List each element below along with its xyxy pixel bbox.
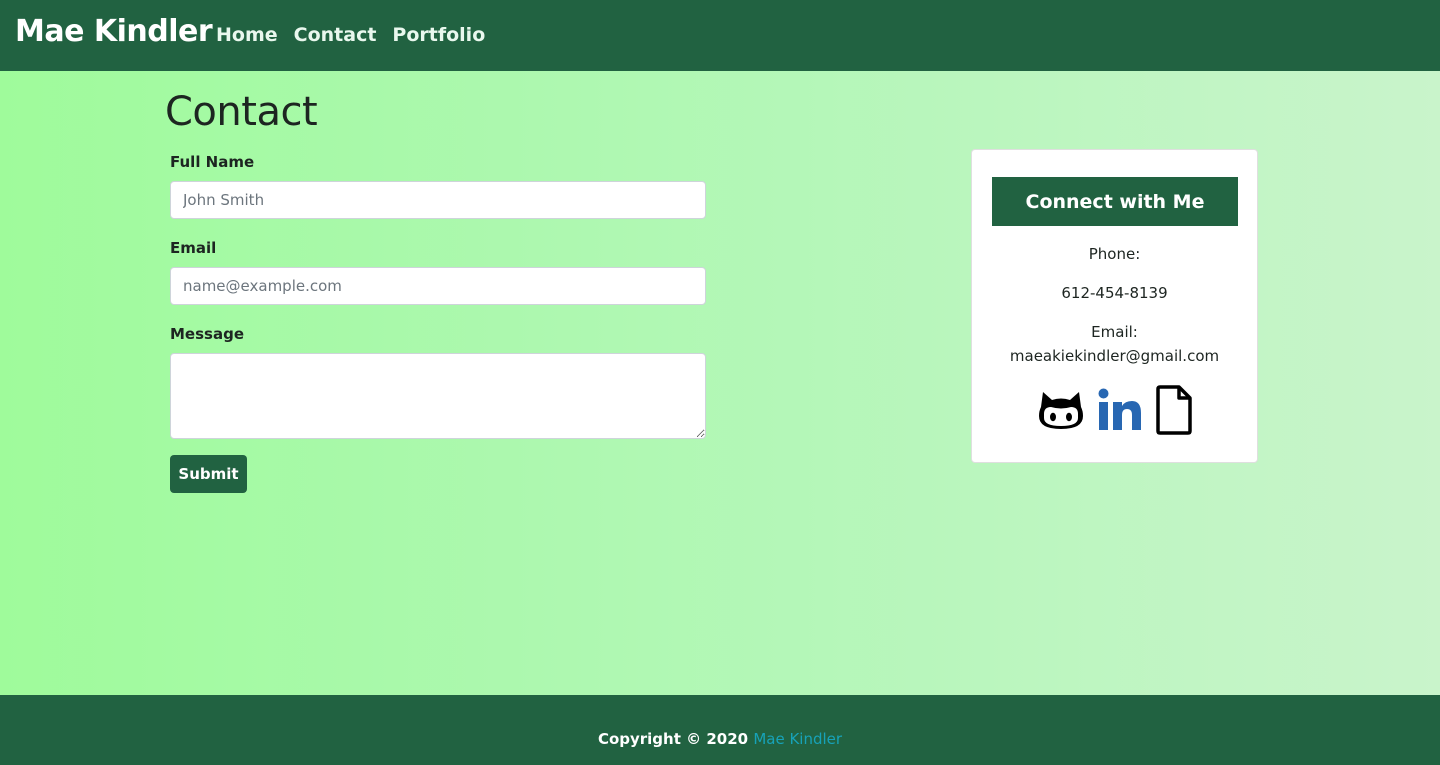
- github-icon[interactable]: [1037, 390, 1085, 430]
- card-header: Connect with Me: [992, 177, 1238, 226]
- footer-copyright: Copyright © 2020 Mae Kindler: [0, 730, 1440, 748]
- email-info-value: maeakiekindler@gmail.com: [1009, 347, 1220, 365]
- nav-links: Home Contact Portfolio: [216, 24, 485, 46]
- footer-name-link[interactable]: Mae Kindler: [753, 730, 842, 748]
- email-label: Email: [170, 239, 217, 257]
- email-info-label: Email:: [1091, 323, 1138, 341]
- file-icon[interactable]: [1155, 385, 1193, 435]
- brand-logo[interactable]: Mae Kindler: [15, 14, 213, 49]
- connect-card: Connect with Me Phone: 612-454-8139 Emai…: [971, 149, 1258, 463]
- full-name-input[interactable]: [170, 181, 706, 219]
- nav-link-portfolio[interactable]: Portfolio: [392, 24, 485, 46]
- message-label: Message: [170, 325, 244, 343]
- message-textarea[interactable]: [170, 353, 706, 439]
- page-title: Contact: [165, 89, 318, 135]
- email-input[interactable]: [170, 267, 706, 305]
- phone-label: Phone:: [1088, 245, 1141, 263]
- social-icons: [972, 385, 1257, 435]
- nav-link-contact[interactable]: Contact: [294, 24, 377, 46]
- copyright-text: Copyright © 2020: [597, 730, 749, 748]
- full-name-label: Full Name: [170, 153, 255, 171]
- nav-link-home[interactable]: Home: [216, 24, 278, 46]
- phone-value: 612-454-8139: [1061, 284, 1168, 302]
- footer: Copyright © 2020 Mae Kindler: [0, 695, 1440, 765]
- navbar: Mae Kindler Home Contact Portfolio: [0, 0, 1440, 71]
- linkedin-icon[interactable]: [1097, 388, 1143, 432]
- submit-button[interactable]: Submit: [170, 455, 247, 493]
